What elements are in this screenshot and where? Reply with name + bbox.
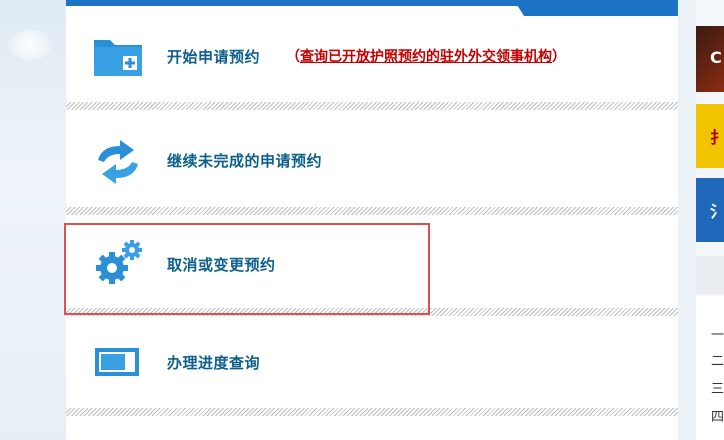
menu-item-label: 继续未完成的申请预约 [167,151,323,170]
right-side-panel: C 扌 氵 一 二 三 四 [696,0,724,440]
hatched-divider [66,408,678,416]
gears-icon [96,240,142,284]
side-banner-dark[interactable]: C [696,26,724,92]
side-banner-glyph: 氵 [710,202,724,221]
refresh-arrows-icon [98,140,138,184]
side-list-marker: 四 [711,410,724,425]
menu-item-label: 开始申请预约 [167,47,261,66]
side-list-marker: 三 [711,382,724,397]
side-list-marker: 一 [711,328,724,343]
progress-bar-icon [95,348,139,376]
consulate-query-link-text[interactable]: 查询已开放护照预约的驻外外交领事机构 [300,49,552,65]
link-open-paren: （ [286,49,300,65]
hatched-divider [66,207,678,215]
consulate-query-link[interactable]: （查询已开放护照预约的驻外外交领事机构） [286,46,566,66]
menu-item-label: 办理进度查询 [167,353,261,372]
column-gap [678,0,696,440]
appointment-menu-panel: 开始申请预约 （查询已开放护照预约的驻外外交领事机构） 继续未完成的申请预约 取… [66,0,678,440]
hatched-divider [66,102,678,110]
menu-item-progress-query[interactable]: 办理进度查询 [66,316,678,408]
side-list: 一 二 三 四 [696,296,724,440]
menu-item-continue-application[interactable]: 继续未完成的申请预约 [66,114,678,206]
menu-item-label: 取消或变更预约 [167,255,276,274]
side-section-header [696,256,724,294]
side-banner-blue[interactable]: 氵 [696,178,724,242]
side-banner-glyph: 扌 [710,128,724,147]
folder-add-icon [94,40,142,76]
side-list-marker: 二 [711,354,724,369]
menu-item-cancel-or-change[interactable]: 取消或变更预约 [66,218,678,310]
left-decorative-background [0,0,66,440]
side-banner-yellow[interactable]: 扌 [696,104,724,168]
side-banner-glyph: C [710,48,722,67]
link-close-paren: ） [552,49,566,65]
menu-item-start-application[interactable]: 开始申请预约 （查询已开放护照预约的驻外外交领事机构） [66,10,678,102]
hatched-divider [66,308,678,316]
